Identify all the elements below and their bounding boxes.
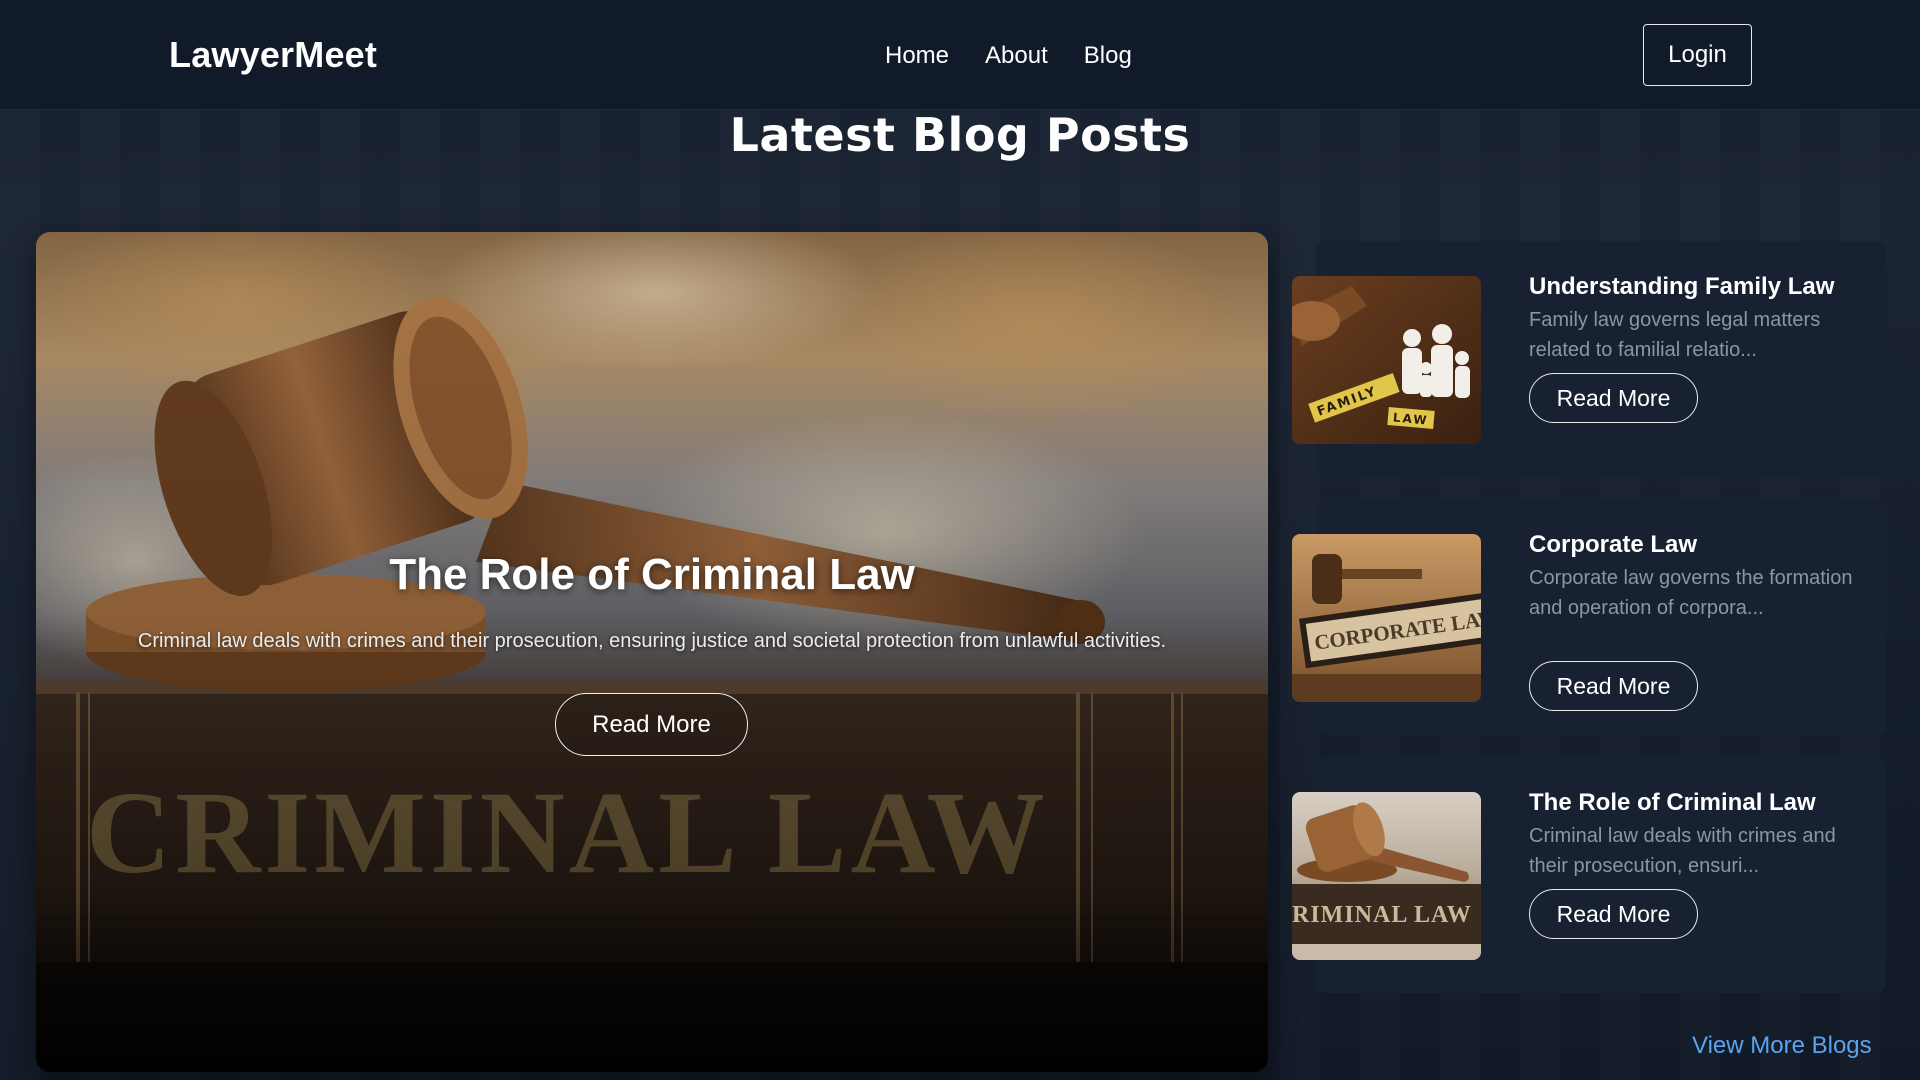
post-excerpt: Criminal law deals with crimes and their…: [1529, 825, 1836, 877]
family-law-thumbnail[interactable]: FAMILY LAW: [1292, 276, 1481, 444]
post-card-family-law: FAMILY LAW Understanding Family Law Fami…: [1292, 241, 1892, 477]
login-button[interactable]: Login: [1643, 24, 1752, 86]
post-excerpt: Family law governs legal matters related…: [1529, 309, 1821, 361]
read-more-button[interactable]: Read More: [1529, 373, 1698, 423]
nav-home-link[interactable]: Home: [885, 42, 949, 70]
section-title: Latest Blog Posts: [729, 108, 1191, 162]
site-header: LawyerMeet Home About Blog Login: [0, 0, 1920, 110]
view-more-blogs-link[interactable]: View More Blogs: [1692, 1032, 1872, 1060]
criminal-law-thumbnail[interactable]: RIMINAL LAW: [1292, 792, 1481, 960]
corporate-law-thumbnail[interactable]: CORPORATE LAW: [1292, 534, 1481, 702]
read-more-button[interactable]: Read More: [1529, 889, 1698, 939]
nav-blog-link[interactable]: Blog: [1084, 42, 1132, 70]
post-title[interactable]: Corporate Law: [1529, 531, 1697, 559]
post-excerpt: Corporate law governs the formation and …: [1529, 567, 1853, 619]
svg-text:RIMINAL LAW: RIMINAL LAW: [1292, 902, 1472, 928]
post-title[interactable]: Understanding Family Law: [1529, 273, 1834, 301]
nav-about-link[interactable]: About: [985, 42, 1048, 70]
post-title[interactable]: The Role of Criminal Law: [1529, 789, 1816, 817]
featured-post-card: CRIMINAL LAW The Role of Criminal Law Cr…: [36, 232, 1268, 1072]
featured-read-more-button[interactable]: Read More: [555, 693, 748, 756]
post-card-corporate-law: CORPORATE LAW Corporate Law Corporate la…: [1292, 499, 1892, 735]
featured-post-title: The Role of Criminal Law: [389, 550, 915, 599]
post-card-criminal-law: RIMINAL LAW The Role of Criminal Law Cri…: [1292, 757, 1892, 993]
read-more-button[interactable]: Read More: [1529, 661, 1698, 711]
site-logo[interactable]: LawyerMeet: [169, 34, 377, 76]
main-nav: Home About Blog: [885, 42, 1132, 70]
featured-post-description: Criminal law deals with crimes and their…: [137, 630, 1167, 652]
